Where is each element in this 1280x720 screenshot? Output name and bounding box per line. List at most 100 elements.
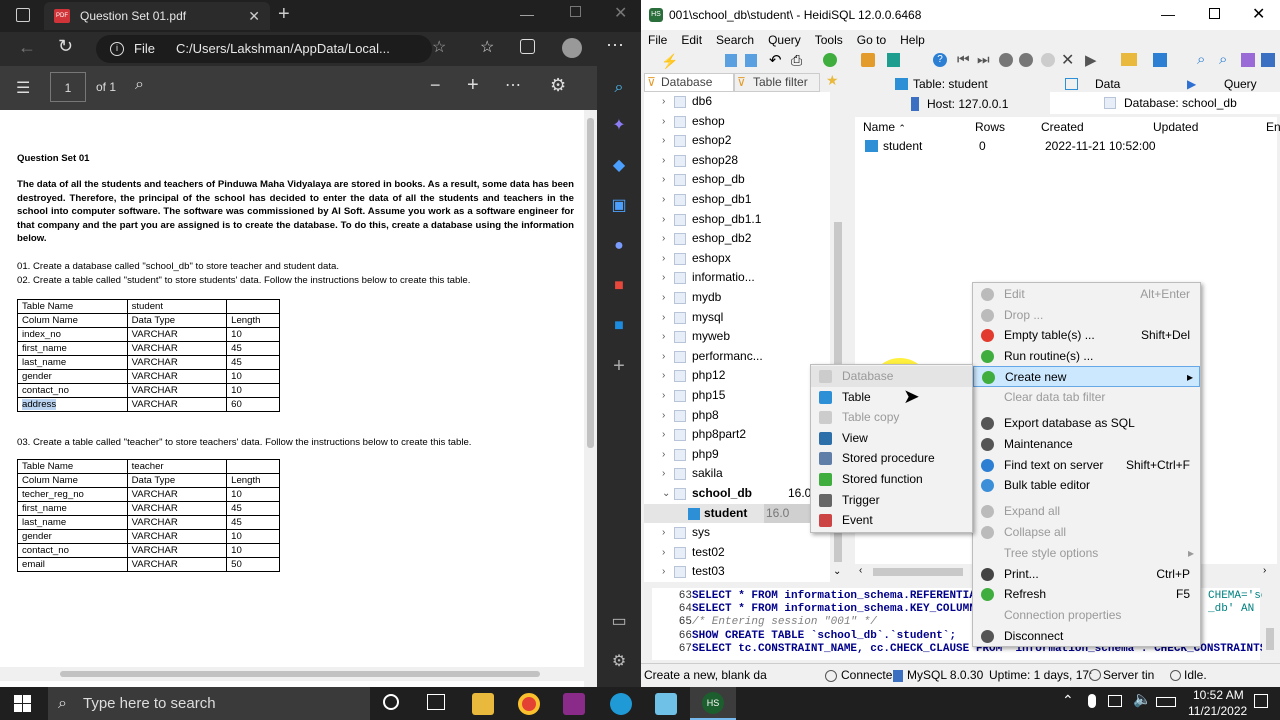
pdf-horizontal-scrollbar[interactable] [0, 667, 584, 681]
expand-arrow-icon[interactable]: › [662, 464, 665, 484]
db-filter-tab[interactable]: ⊽Database filter [644, 73, 734, 106]
settings-more-icon[interactable]: ⋯ [606, 35, 624, 56]
tree-item[interactable]: › php15 [644, 386, 834, 406]
menu-go-to[interactable]: Go to [857, 33, 886, 47]
undo-icon[interactable]: ↶ [769, 51, 782, 69]
expand-arrow-icon[interactable]: › [662, 210, 665, 230]
heidi-close-icon[interactable]: ✕ [1252, 4, 1265, 24]
help-icon[interactable]: ? [933, 53, 947, 67]
favorites-icon[interactable]: ☆ [480, 37, 494, 57]
zoom-out-icon[interactable]: − [430, 75, 441, 96]
ctx-find-text-on-server[interactable]: Find text on server Shift+Ctrl+F [973, 455, 1200, 476]
notifications-icon[interactable] [1254, 694, 1268, 708]
expand-arrow-icon[interactable]: › [662, 92, 665, 112]
open-file-icon[interactable] [1121, 53, 1137, 66]
tree-item[interactable]: › php8part2 [644, 425, 834, 445]
heidi-minimize-icon[interactable]: — [1161, 6, 1175, 22]
paste-icon[interactable] [745, 54, 757, 67]
expand-arrow-icon[interactable]: › [662, 347, 665, 367]
tree-scroll-down-icon[interactable]: ⌄ [833, 566, 841, 577]
expand-arrow-icon[interactable]: › [662, 562, 665, 582]
sub-trigger[interactable]: Trigger [811, 490, 972, 511]
user-manager-icon[interactable] [861, 53, 875, 67]
sub-view[interactable]: View [811, 428, 972, 449]
split-screen-icon[interactable]: ▭ [609, 612, 629, 632]
tree-item[interactable]: › test03 [644, 562, 834, 582]
contents-icon[interactable]: ☰ [16, 78, 30, 98]
clean-icon[interactable] [1241, 53, 1255, 67]
sub-stored-procedure[interactable]: Stored procedure [811, 448, 972, 469]
tree-item[interactable]: › eshop_db1.1 [644, 210, 834, 230]
close-window-icon[interactable]: ✕ [614, 3, 627, 23]
profile-icon[interactable] [562, 38, 582, 58]
ctx-run-routine-s[interactable]: Run routine(s) ... [973, 346, 1200, 367]
tree-item[interactable]: › php9 [644, 445, 834, 465]
col-name[interactable]: Name ⌃ [863, 117, 906, 138]
col-updated[interactable]: Updated [1153, 117, 1198, 137]
close-tab-icon[interactable]: ✕ [248, 2, 260, 30]
expand-arrow-icon[interactable]: › [662, 151, 665, 171]
expand-arrow-icon[interactable]: › [662, 170, 665, 190]
search-icon[interactable]: ⌕ [135, 76, 144, 94]
office-icon[interactable]: ■ [609, 276, 629, 296]
cancel-icon[interactable]: ✕ [1061, 50, 1074, 70]
pdf-vertical-scrollbar[interactable] [584, 110, 597, 687]
menu-edit[interactable]: Edit [681, 33, 702, 47]
grid-scroll-right-icon[interactable]: › [1263, 565, 1266, 576]
tree-item[interactable]: › eshop_db [644, 170, 834, 190]
page-number-input[interactable]: 1 [50, 72, 86, 102]
insert-icon[interactable] [999, 53, 1013, 67]
export-toolbar-icon[interactable] [887, 53, 900, 67]
col-rows[interactable]: Rows [975, 117, 1005, 137]
ctx-create-new[interactable]: Create new ▸ [973, 366, 1200, 387]
first-icon[interactable]: ⏮ [957, 51, 970, 68]
refresh-icon[interactable]: ↻ [58, 36, 73, 57]
table-row[interactable]: student 0 2022-11-21 10:52:00 [855, 137, 1277, 155]
print-toolbar-icon[interactable]: ⎙ [791, 52, 802, 69]
tree-item[interactable]: › php8 [644, 406, 834, 426]
execute-icon[interactable]: ▶ [1085, 51, 1097, 69]
refresh-toolbar-icon[interactable] [823, 53, 837, 67]
expand-arrow-icon[interactable]: › [662, 406, 665, 426]
add-icon[interactable]: + [609, 356, 629, 376]
back-icon[interactable]: ← [18, 37, 36, 58]
mic-icon[interactable] [1088, 694, 1096, 708]
outlook-icon[interactable]: ■ [609, 316, 629, 336]
tree-item[interactable]: › eshop [644, 112, 834, 132]
grid-scroll-left-icon[interactable]: ‹ [859, 565, 862, 576]
expand-arrow-icon[interactable]: › [662, 268, 665, 288]
sub-event[interactable]: Event [811, 510, 972, 531]
search-sidebar-icon[interactable]: ⌕ [609, 78, 629, 98]
connect-icon[interactable]: ⚡ [661, 53, 678, 70]
tree-item[interactable]: › eshopx [644, 249, 834, 269]
ctx-maintenance[interactable]: Maintenance [973, 434, 1200, 455]
sidebar-settings-icon[interactable]: ⚙ [609, 652, 629, 672]
collapse-arrow-icon[interactable]: ⌄ [662, 484, 670, 504]
col-created[interactable]: Created [1041, 117, 1084, 137]
start-icon[interactable] [14, 695, 31, 712]
expand-arrow-icon[interactable]: › [662, 386, 665, 406]
ctx-export-database-as-sql[interactable]: Export database as SQL [973, 413, 1200, 434]
menu-help[interactable]: Help [900, 33, 925, 47]
expand-arrow-icon[interactable]: › [662, 445, 665, 465]
sub-table[interactable]: Table [811, 387, 972, 408]
shopping-icon[interactable]: ◆ [609, 156, 629, 176]
zoom-in-icon[interactable]: + [467, 74, 479, 97]
tree-item[interactable]: › php12 [644, 366, 834, 386]
games-icon[interactable]: ● [609, 236, 629, 256]
replace-icon[interactable]: ⌕ [1219, 51, 1227, 68]
post-icon[interactable] [1041, 53, 1055, 67]
tab-database[interactable]: Database: school_db [1050, 92, 1280, 114]
expand-arrow-icon[interactable]: › [662, 249, 665, 269]
last-icon[interactable]: ⏭ [977, 51, 990, 68]
menu-search[interactable]: Search [716, 33, 754, 47]
sub-stored-function[interactable]: Stored function [811, 469, 972, 490]
tree-item[interactable]: › eshop_db2 [644, 229, 834, 249]
tree-table-student[interactable]: student 16.0 [644, 503, 834, 524]
tree-item[interactable]: › myweb [644, 327, 834, 347]
expand-arrow-icon[interactable]: › [662, 190, 665, 210]
tree-item[interactable]: › performanc... [644, 347, 834, 367]
tree-item[interactable]: › test02 [644, 543, 834, 563]
tree-icon[interactable] [1261, 53, 1275, 67]
taskbar-search[interactable]: ⌕ Type here to search [48, 687, 370, 720]
